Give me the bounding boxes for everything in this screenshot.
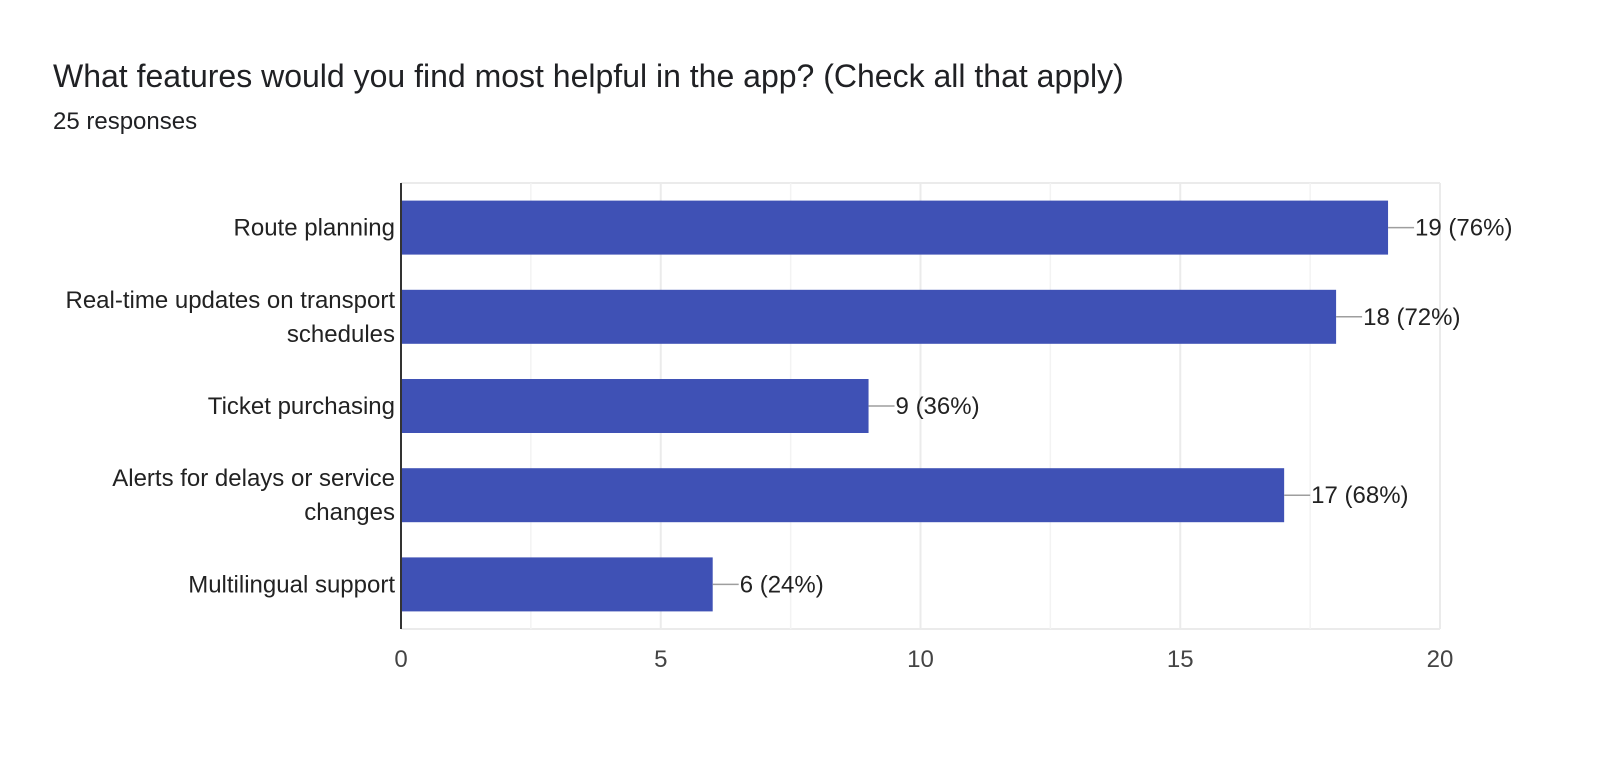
data-label: 18 (72%) <box>1363 304 1460 331</box>
bar[interactable] <box>401 557 713 612</box>
x-tick-label: 15 <box>1167 646 1194 673</box>
bar[interactable] <box>401 200 1389 255</box>
x-tick-label: 10 <box>907 646 934 673</box>
category-label: Ticket purchasing <box>208 393 395 420</box>
category-label: Real-time updates on transport schedules <box>65 287 395 348</box>
bar[interactable] <box>401 289 1337 344</box>
x-tick-label: 0 <box>394 646 407 673</box>
category-label: Alerts for delays or service changes <box>112 465 395 526</box>
bar[interactable] <box>401 468 1285 523</box>
x-tick-label: 5 <box>654 646 667 673</box>
data-label: 9 (36%) <box>896 393 980 420</box>
category-label: Multilingual support <box>188 571 395 598</box>
data-label: 19 (76%) <box>1415 215 1512 242</box>
bar-chart: 0 5 10 15 20 19 (76%) Route planning 18 (72%) Re… <box>65 182 1512 673</box>
data-label: 6 (24%) <box>740 571 824 598</box>
data-label: 17 (68%) <box>1311 482 1408 509</box>
bar[interactable] <box>401 379 869 433</box>
x-tick-label: 20 <box>1427 646 1454 673</box>
category-label: Route planning <box>234 215 395 242</box>
